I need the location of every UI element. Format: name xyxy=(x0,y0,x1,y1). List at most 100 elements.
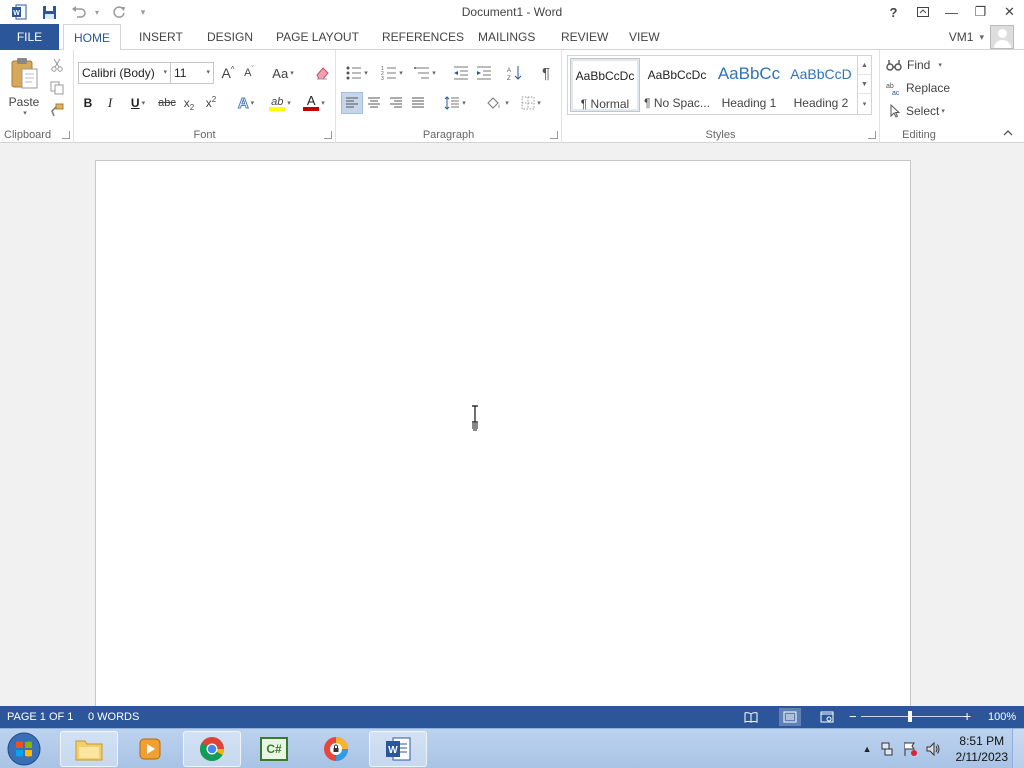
avatar[interactable] xyxy=(990,25,1014,49)
network-icon[interactable] xyxy=(879,741,895,757)
numbering-button[interactable]: 1 2 3 ▾ xyxy=(376,63,408,83)
system-clock[interactable]: 8:51 PM 2/11/2023 xyxy=(956,733,1009,765)
align-left-button[interactable] xyxy=(341,92,363,114)
minimize-button[interactable]: — xyxy=(937,0,966,24)
select-button[interactable]: Select ▾ xyxy=(886,101,948,121)
cut-icon[interactable] xyxy=(48,56,66,74)
styles-launcher-icon[interactable] xyxy=(868,131,876,139)
word-count[interactable]: 0 WORDS xyxy=(88,711,139,723)
show-hide-marks-button[interactable]: ¶ xyxy=(536,63,556,83)
bold-button[interactable]: B xyxy=(80,93,96,113)
style-no-spacing[interactable]: AaBbCcDc ¶ No Spac... xyxy=(642,58,712,112)
font-family-select[interactable]: Calibri (Body) ▾ xyxy=(78,62,171,84)
tab-home[interactable]: HOME xyxy=(63,24,121,51)
tab-page-layout[interactable]: PAGE LAYOUT xyxy=(266,24,369,50)
align-center-icon[interactable] xyxy=(364,92,384,114)
change-case-button[interactable]: Aa ▾ xyxy=(268,63,298,83)
clipboard-launcher-icon[interactable] xyxy=(62,131,70,139)
paragraph-launcher-icon[interactable] xyxy=(550,131,558,139)
show-desktop-button[interactable] xyxy=(1012,729,1024,768)
justify-icon[interactable] xyxy=(408,92,428,114)
account-area[interactable]: VM1 ▾ xyxy=(949,25,1014,49)
collapse-ribbon-icon[interactable] xyxy=(1000,125,1016,139)
font-size-dropdown-icon[interactable]: ▾ xyxy=(206,63,210,83)
font-family-dropdown-icon[interactable]: ▾ xyxy=(163,63,167,83)
font-launcher-icon[interactable] xyxy=(324,131,332,139)
zoom-slider-thumb[interactable] xyxy=(908,711,912,722)
word-app-icon[interactable]: W xyxy=(8,3,30,21)
text-effects-button[interactable]: A ▾ xyxy=(232,93,260,113)
subscript-button[interactable]: x2 xyxy=(181,93,197,113)
clock-date: 2/11/2023 xyxy=(955,750,1009,764)
taskbar-csharp[interactable]: C# xyxy=(245,731,303,767)
replace-button[interactable]: ab ac Replace xyxy=(886,78,952,98)
ribbon-display-options-icon[interactable] xyxy=(908,0,937,24)
highlight-button[interactable]: ab ▾ xyxy=(264,93,296,113)
tab-review[interactable]: REVIEW xyxy=(551,24,618,50)
sort-icon[interactable]: AZ xyxy=(505,63,525,83)
zoom-level[interactable]: 100% xyxy=(988,711,1016,723)
start-button[interactable] xyxy=(4,731,44,767)
taskbar-chrome[interactable] xyxy=(183,731,241,767)
show-hidden-icons[interactable]: ▲ xyxy=(863,744,872,754)
taskbar-word[interactable]: W xyxy=(369,731,427,767)
zoom-slider-track[interactable] xyxy=(861,716,965,717)
strikethrough-button[interactable]: abc xyxy=(156,93,178,113)
action-center-flag-icon[interactable] xyxy=(902,741,918,757)
tab-design[interactable]: DESIGN xyxy=(197,24,263,50)
taskbar-explorer[interactable] xyxy=(60,731,118,767)
gallery-up-icon[interactable]: ▲ xyxy=(858,56,871,75)
quick-access-toolbar: W ▾ ▾ xyxy=(8,3,148,21)
style-heading-2[interactable]: AaBbCcD Heading 2 xyxy=(786,58,856,112)
line-spacing-button[interactable]: ▾ xyxy=(440,92,470,114)
page-count[interactable]: PAGE 1 OF 1 xyxy=(7,711,73,723)
style-heading-1[interactable]: AaBbCc Heading 1 xyxy=(714,58,784,112)
close-button[interactable]: ✕ xyxy=(995,0,1024,24)
style-normal[interactable]: AaBbCcDc ¶ Normal xyxy=(570,58,640,112)
gallery-more-icon[interactable]: ▾ xyxy=(858,94,871,113)
maximize-button[interactable]: ❐ xyxy=(966,0,995,24)
tab-file[interactable]: FILE xyxy=(0,24,59,50)
print-layout-icon[interactable] xyxy=(779,708,801,726)
zoom-out-button[interactable]: − xyxy=(849,709,857,724)
decrease-indent-icon[interactable] xyxy=(451,63,471,83)
grow-font-button[interactable]: A ^ xyxy=(218,63,238,83)
superscript-button[interactable]: x2 xyxy=(203,93,219,113)
read-mode-icon[interactable] xyxy=(742,709,760,725)
document-page[interactable] xyxy=(95,160,911,706)
bullets-button[interactable]: ▾ xyxy=(342,63,372,83)
borders-button[interactable]: ▾ xyxy=(515,92,547,114)
tab-insert[interactable]: INSERT xyxy=(129,24,193,50)
increase-indent-icon[interactable] xyxy=(474,63,494,83)
italic-button[interactable]: I xyxy=(102,93,118,113)
zoom-in-button[interactable]: + xyxy=(963,708,971,724)
format-painter-icon[interactable] xyxy=(48,101,66,119)
taskbar-browser[interactable] xyxy=(307,731,365,767)
font-size-select[interactable]: 11 ▾ xyxy=(171,62,214,84)
paste-button[interactable]: Paste ▾ xyxy=(4,54,44,120)
gallery-down-icon[interactable]: ▼ xyxy=(858,75,871,94)
tab-mailings[interactable]: MAILINGS xyxy=(468,24,545,50)
tab-view[interactable]: VIEW xyxy=(619,24,670,50)
web-layout-icon[interactable] xyxy=(818,709,836,725)
volume-icon[interactable] xyxy=(925,741,941,757)
taskbar-media-player[interactable] xyxy=(121,731,179,767)
copy-icon[interactable] xyxy=(48,79,66,97)
shrink-font-button[interactable]: Aˇ xyxy=(240,63,258,83)
customize-qat-icon[interactable]: ▾ xyxy=(138,3,148,21)
multilevel-list-button[interactable]: ▾ xyxy=(410,63,440,83)
underline-button[interactable]: U ▾ xyxy=(124,93,152,113)
undo-dropdown-icon[interactable]: ▾ xyxy=(92,3,102,21)
account-dropdown-icon[interactable]: ▾ xyxy=(979,32,984,43)
find-button[interactable]: Find ▾ xyxy=(886,55,948,75)
align-right-icon[interactable] xyxy=(386,92,406,114)
font-color-button[interactable]: A ▾ xyxy=(299,93,329,113)
save-icon[interactable] xyxy=(38,3,60,21)
undo-icon[interactable] xyxy=(68,3,90,21)
clear-formatting-icon[interactable] xyxy=(312,63,332,83)
redo-icon[interactable] xyxy=(108,3,130,21)
help-button[interactable]: ? xyxy=(879,0,908,24)
shading-button[interactable]: ▾ xyxy=(481,92,513,114)
tab-references[interactable]: REFERENCES xyxy=(372,24,474,50)
account-name[interactable]: VM1 xyxy=(949,30,974,44)
